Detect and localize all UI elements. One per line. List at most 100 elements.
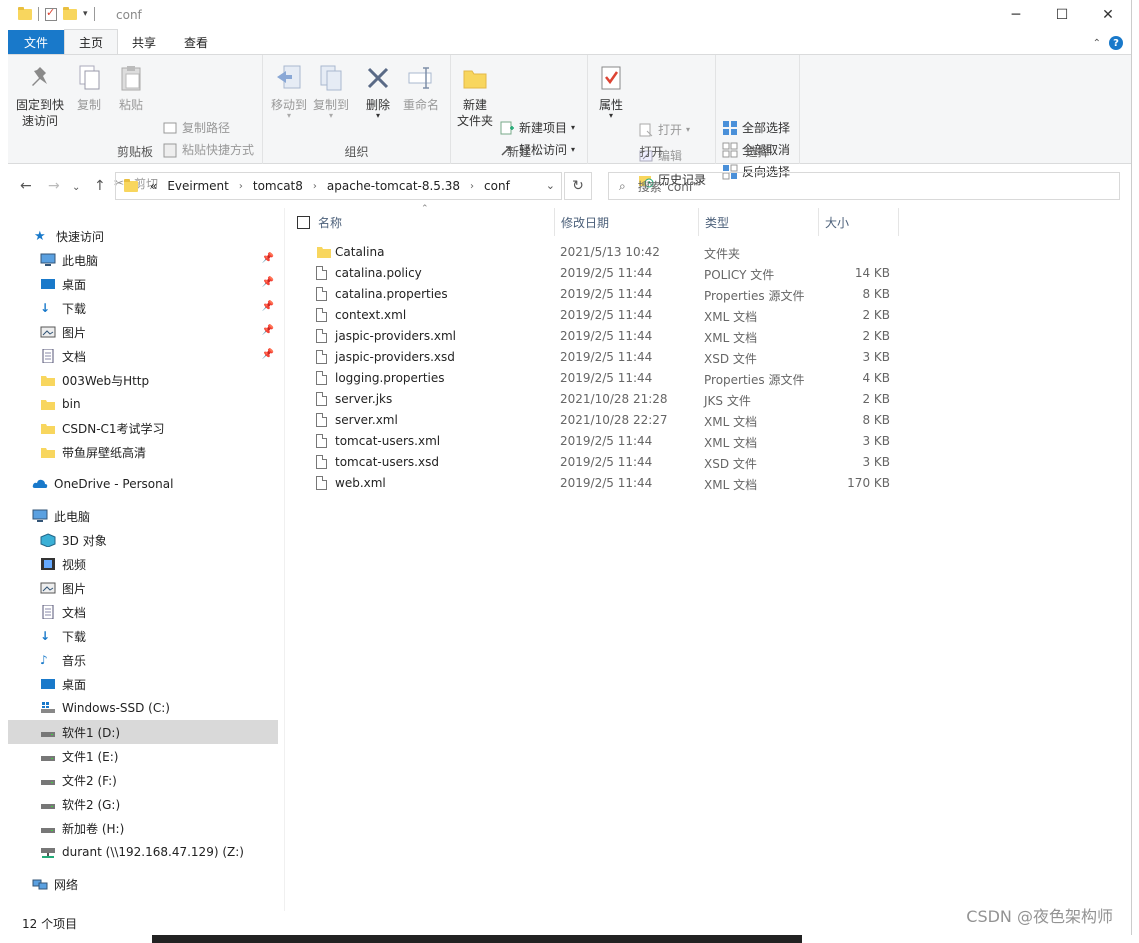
refresh-button[interactable]: ↻ xyxy=(564,172,592,200)
folder-icon xyxy=(124,178,138,192)
delete-button[interactable]: 删除 ▾ xyxy=(361,63,395,120)
properties-button[interactable]: 属性 ▾ xyxy=(594,63,628,120)
copy-path-button[interactable]: 复制路径 xyxy=(162,119,230,136)
nav-drive-f[interactable]: 文件2 (F:) xyxy=(8,768,278,792)
pin-quick-access-button[interactable]: 固定到快 速访问 xyxy=(14,63,66,129)
breadcrumb-overflow[interactable]: « xyxy=(150,179,157,193)
file-row[interactable]: tomcat-users.xml 2019/2/5 11:44 XML 文档 3 KB xyxy=(285,431,1131,452)
file-row[interactable]: logging.properties 2019/2/5 11:44 Properti… xyxy=(285,368,1131,389)
nav-pictures[interactable]: 图片 xyxy=(8,576,278,600)
file-icon xyxy=(316,476,329,491)
forward-arrow-icon[interactable]: → xyxy=(48,178,60,194)
nav-quick-folder[interactable]: 003Web与Http xyxy=(8,368,278,392)
recent-dropdown-icon[interactable]: ⌄ xyxy=(72,182,80,193)
breadcrumb-tomcat8[interactable]: tomcat8 xyxy=(253,179,303,193)
pin-icon[interactable]: 📌 xyxy=(262,349,274,360)
tab-file[interactable]: 文件 xyxy=(8,30,64,54)
file-row[interactable]: Catalina 2021/5/13 10:42 文件夹 xyxy=(285,242,1131,263)
address-bar[interactable]: « Eveirment › tomcat8 › apache-tomcat-8.… xyxy=(115,172,562,200)
tab-home[interactable]: 主页 xyxy=(64,29,119,54)
close-button[interactable]: ✕ xyxy=(1085,0,1131,30)
file-row[interactable]: catalina.policy 2019/2/5 11:44 POLICY 文件 14… xyxy=(285,263,1131,284)
properties-icon[interactable] xyxy=(45,6,57,21)
nav-documents[interactable]: 文档 xyxy=(8,600,278,624)
file-row[interactable]: jaspic-providers.xml 2019/2/5 11:44 XML 文档… xyxy=(285,326,1131,347)
minimize-button[interactable]: ─ xyxy=(993,0,1039,30)
breadcrumb-apache-tomcat[interactable]: apache-tomcat-8.5.38 xyxy=(327,179,460,193)
help-icon[interactable]: ? xyxy=(1109,36,1123,50)
maximize-button[interactable]: ☐ xyxy=(1039,0,1085,30)
customize-dropdown-icon[interactable]: ▾ xyxy=(83,9,88,19)
back-arrow-icon[interactable]: ← xyxy=(20,178,32,194)
column-divider[interactable] xyxy=(818,208,819,236)
new-item-button[interactable]: 新建项目 ▾ xyxy=(499,119,575,136)
nav-3d-objects[interactable]: 3D 对象 xyxy=(8,528,278,552)
nav-quick-documents[interactable]: 文档 📌 xyxy=(8,344,278,368)
open-group: 属性 ▾ 打开 ▾ 编辑 历史记录 打开 xyxy=(588,55,716,187)
chevron-right-icon[interactable]: › xyxy=(239,181,243,192)
column-header-type[interactable]: 类型 xyxy=(705,214,729,231)
nav-desktop[interactable]: 桌面 xyxy=(8,672,278,696)
move-to-button[interactable]: 移动到 ▾ xyxy=(269,63,309,120)
chevron-right-icon[interactable]: › xyxy=(470,181,474,192)
copy-button[interactable]: 复制 xyxy=(70,63,108,113)
column-divider[interactable] xyxy=(554,208,555,236)
file-row[interactable]: server.jks 2021/10/28 21:28 JKS 文件 2 KB xyxy=(285,389,1131,410)
nav-quick-pictures[interactable]: 图片 📌 xyxy=(8,320,278,344)
nav-music[interactable]: ♪ 音乐 xyxy=(8,648,278,672)
pin-icon[interactable]: 📌 xyxy=(262,301,274,312)
file-row[interactable]: catalina.properties 2019/2/5 11:44 Propert… xyxy=(285,284,1131,305)
pin-icon[interactable]: 📌 xyxy=(262,325,274,336)
pin-icon[interactable]: 📌 xyxy=(262,253,274,264)
rename-button[interactable]: 重命名 xyxy=(399,63,443,113)
breadcrumb-eveirment[interactable]: Eveirment xyxy=(167,179,229,193)
select-all-checkbox[interactable] xyxy=(297,216,310,229)
pin-icon[interactable]: 📌 xyxy=(262,277,274,288)
file-row[interactable]: context.xml 2019/2/5 11:44 XML 文档 2 KB xyxy=(285,305,1131,326)
nav-quick-folder[interactable]: bin xyxy=(8,392,278,416)
search-input[interactable]: ⌕ 搜索"conf" xyxy=(608,172,1120,200)
nav-drive-h[interactable]: 新加卷 (H:) xyxy=(8,816,278,840)
file-type: Properties 源文件 xyxy=(704,373,805,387)
paste-button[interactable]: 粘贴 xyxy=(112,63,150,113)
file-type: JKS 文件 xyxy=(704,394,751,408)
select-all-button[interactable]: 全部选择 xyxy=(722,119,790,136)
nav-quick-desktop[interactable]: 桌面 📌 xyxy=(8,272,278,296)
nav-quick-access[interactable]: ★ 快速访问 xyxy=(8,224,278,248)
nav-drive-g[interactable]: 软件2 (G:) xyxy=(8,792,278,816)
column-header-name[interactable]: 名称 xyxy=(318,214,342,231)
nav-quick-folder[interactable]: CSDN-C1考试学习 xyxy=(8,416,278,440)
column-divider[interactable] xyxy=(898,208,899,236)
nav-videos[interactable]: 视频 xyxy=(8,552,278,576)
new-folder-icon[interactable] xyxy=(63,6,77,20)
column-header-date[interactable]: 修改日期 xyxy=(561,214,609,231)
tab-view[interactable]: 查看 xyxy=(170,30,222,54)
new-folder-button[interactable]: 新建 文件夹 xyxy=(455,63,495,129)
nav-quick-folder[interactable]: 带鱼屏壁纸高清 xyxy=(8,440,278,464)
address-dropdown-icon[interactable]: ⌄ xyxy=(546,179,555,192)
breadcrumb-conf[interactable]: conf xyxy=(484,179,510,193)
column-header-size[interactable]: 大小 xyxy=(825,214,849,231)
nav-drive-e[interactable]: 文件1 (E:) xyxy=(8,744,278,768)
nav-this-pc[interactable]: 此电脑 xyxy=(8,504,278,528)
file-row[interactable]: web.xml 2019/2/5 11:44 XML 文档 170 KB xyxy=(285,473,1131,494)
collapse-ribbon-icon[interactable]: ⌃ xyxy=(1093,38,1101,49)
copy-to-button[interactable]: 复制到 ▾ xyxy=(311,63,351,120)
nav-drive-d[interactable]: 软件1 (D:) xyxy=(8,720,278,744)
file-row[interactable]: server.xml 2021/10/28 22:27 XML 文档 8 KB xyxy=(285,410,1131,431)
chevron-right-icon[interactable]: › xyxy=(313,181,317,192)
file-row[interactable]: jaspic-providers.xsd 2019/2/5 11:44 XSD 文件… xyxy=(285,347,1131,368)
open-button[interactable]: 打开 ▾ xyxy=(638,121,690,138)
properties-icon xyxy=(596,63,626,93)
nav-network-drive-z[interactable]: durant (\\192.168.47.129) (Z:) xyxy=(8,840,278,864)
file-row[interactable]: tomcat-users.xsd 2019/2/5 11:44 XSD 文件 3 KB xyxy=(285,452,1131,473)
nav-quick-this-pc[interactable]: 此电脑 📌 xyxy=(8,248,278,272)
up-arrow-icon[interactable]: ↑ xyxy=(94,178,106,194)
nav-onedrive[interactable]: OneDrive - Personal xyxy=(8,472,278,496)
nav-drive-c[interactable]: Windows-SSD (C:) xyxy=(8,696,278,720)
column-divider[interactable] xyxy=(698,208,699,236)
tab-share[interactable]: 共享 xyxy=(118,30,170,54)
nav-quick-downloads[interactable]: ↓ 下载 📌 xyxy=(8,296,278,320)
nav-network[interactable]: 网络 xyxy=(8,872,278,896)
nav-downloads[interactable]: ↓ 下载 xyxy=(8,624,278,648)
